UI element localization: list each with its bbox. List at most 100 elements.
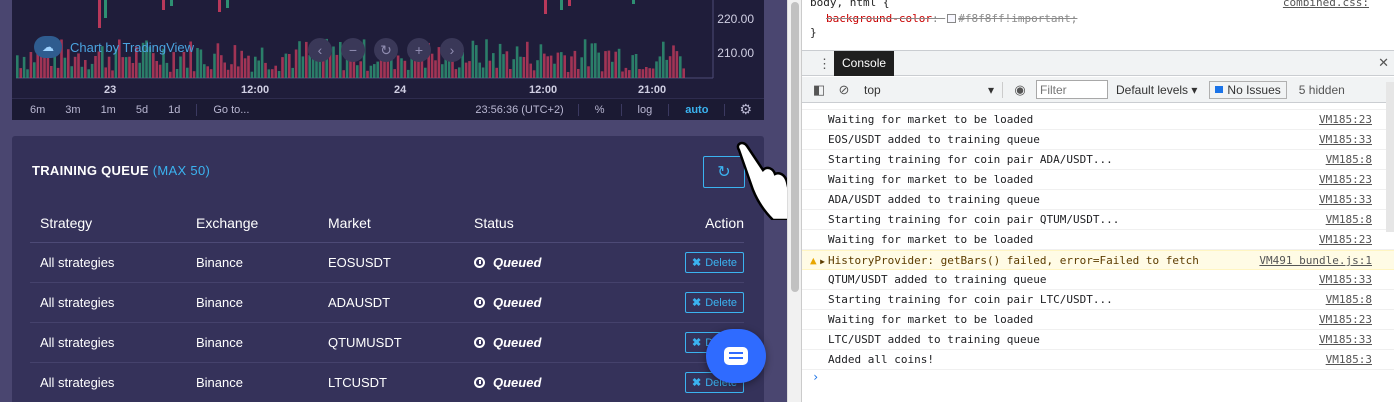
tab-console[interactable]: Console (834, 51, 895, 76)
more-options-icon[interactable]: ⋮ (818, 56, 831, 72)
console-source-link[interactable]: VM185:8 (1326, 290, 1372, 309)
time-axis-label: 24 (394, 84, 407, 96)
gear-icon[interactable]: ⚙ (731, 101, 764, 118)
console-prompt-row[interactable]: › (802, 370, 1394, 390)
exchange-cell: Binance (186, 282, 318, 323)
zoom-in-button[interactable]: + (407, 38, 431, 62)
log-levels-dropdown[interactable]: Default levels ▾ (1116, 83, 1197, 97)
devtools-scrollbar[interactable] (1386, 82, 1394, 232)
console-message: Starting training for coin pair ADA/USDT… (802, 150, 1394, 170)
css-property[interactable]: background-color: #f8f8ff!important; (826, 12, 1077, 25)
console-source-link[interactable]: VM185:8 (1326, 210, 1372, 229)
clear-console-icon[interactable]: ⊘ (836, 82, 852, 98)
candle (544, 0, 547, 14)
candle (98, 0, 101, 28)
volume-bar (84, 60, 87, 78)
scroll-right-button[interactable]: › (440, 38, 464, 62)
percent-scale-button[interactable]: % (585, 104, 615, 116)
console-source-link[interactable]: VM185:23 (1319, 310, 1372, 329)
volume-bar (169, 71, 172, 78)
delete-button[interactable]: ✖Delete (684, 291, 744, 313)
log-levels-label: Default levels (1116, 82, 1189, 97)
volume-bar (563, 55, 566, 78)
volume-bar (648, 68, 651, 78)
volume-bar (366, 70, 369, 78)
action-cell: ✖Delete (644, 242, 744, 283)
strategy-cell: All strategies (30, 322, 186, 363)
context-selector[interactable]: top ▾ (864, 83, 994, 97)
close-icon[interactable]: ✕ (1378, 55, 1389, 71)
warning-icon: ▲ (810, 254, 817, 267)
css-source-link[interactable]: combined.css: (1283, 0, 1369, 9)
console-source-link[interactable]: VM185:23 (1319, 230, 1372, 249)
scrollbar-thumb[interactable] (791, 2, 799, 292)
console-message-text: Waiting for market to be loaded (828, 233, 1034, 246)
volume-bar (617, 48, 621, 78)
console-message: Starting training for coin pair QTUM/USD… (802, 210, 1394, 230)
scroll-left-button[interactable]: ‹ (308, 38, 332, 62)
strategy-cell: All strategies (30, 242, 186, 283)
tradingview-badge[interactable]: ☁ Chart by TradingView (34, 36, 194, 58)
filter-input[interactable] (1036, 80, 1108, 99)
time-axis-label: 12:00 (241, 84, 270, 96)
drawer-tab-bar: ⋮ Console ✕ (802, 50, 1394, 76)
status-text: Queued (493, 374, 542, 390)
chat-icon (724, 347, 748, 365)
range-5d-button[interactable]: 5d (126, 104, 158, 116)
range-1d-button[interactable]: 1d (158, 104, 190, 116)
issues-button[interactable]: No Issues (1209, 80, 1287, 99)
price-axis-label: 210.00 (717, 46, 754, 60)
volume-bar (186, 67, 189, 78)
reset-chart-button[interactable]: ↻ (374, 38, 398, 62)
color-swatch[interactable] (947, 14, 957, 23)
issues-flag-icon (1215, 86, 1224, 93)
volume-bar (522, 57, 526, 78)
status-text: Queued (493, 294, 542, 310)
toolbar-divider (620, 103, 622, 116)
delete-button[interactable]: ✖Delete (684, 251, 744, 273)
css-selector[interactable]: body, html { (810, 0, 889, 9)
price-chart[interactable]: 220.00 210.00 23 12:00 24 12:00 21:00 ☁ … (12, 0, 764, 120)
console-source-link[interactable]: VM185:33 (1319, 190, 1372, 209)
console-source-link[interactable]: VM185:33 (1319, 270, 1372, 289)
range-1m-button[interactable]: 1m (91, 104, 126, 116)
volume-bar (179, 56, 182, 78)
range-3m-button[interactable]: 3m (55, 104, 90, 116)
zoom-out-button[interactable]: − (341, 38, 365, 62)
goto-date-button[interactable]: Go to... (203, 104, 259, 116)
delete-label: Delete (705, 296, 737, 309)
chart-clock[interactable]: 23:56:36 (UTC+2) (475, 104, 571, 116)
sidebar-toggle-icon[interactable]: ◧ (811, 82, 827, 98)
volume-bar (138, 62, 141, 78)
console-warning[interactable]: ▲ ▶ HistoryProvider: getBars() failed, err… (802, 250, 1394, 270)
console-message: Waiting for market to be loaded VM185:23 (802, 110, 1394, 130)
volume-bar (526, 41, 529, 78)
console-source-link[interactable]: VM185:8 (1326, 150, 1372, 169)
range-6m-button[interactable]: 6m (12, 104, 55, 116)
eye-icon[interactable]: ◉ (1012, 82, 1028, 98)
volume-bar (342, 70, 345, 78)
volume-bar (131, 63, 135, 78)
console-source-link[interactable]: VM185:33 (1319, 130, 1372, 149)
console-source-link[interactable]: VM185:23 (1319, 170, 1372, 189)
app-area: 220.00 210.00 23 12:00 24 12:00 21:00 ☁ … (0, 0, 787, 402)
toolbar-divider (1002, 81, 1003, 98)
console-message-text: EOS/USDT added to training queue (828, 133, 1040, 146)
console-source-link[interactable]: VM185:23 (1319, 110, 1372, 129)
volume-bar (532, 70, 536, 78)
clock-icon (474, 256, 485, 268)
console-message-text: Starting training for coin pair ADA/USDT… (828, 153, 1113, 166)
page-scrollbar[interactable] (787, 0, 801, 402)
console-message-text: Starting training for coin pair QTUM/USD… (828, 213, 1120, 226)
console-source-link[interactable]: VM491 bundle.js:1 (1259, 251, 1372, 270)
console-source-link[interactable]: VM185:33 (1319, 330, 1372, 349)
volume-bar (22, 56, 26, 78)
console-source-link[interactable]: VM185:3 (1326, 350, 1372, 369)
volume-bar (274, 65, 277, 78)
volume-bar (33, 62, 36, 78)
console-prompt[interactable]: › (812, 370, 819, 384)
chat-widget-button[interactable] (706, 329, 766, 383)
log-scale-button[interactable]: log (628, 104, 663, 116)
console-log: Waiting for market to be loaded VM185:23 … (802, 104, 1394, 402)
auto-scale-button[interactable]: auto (675, 104, 718, 116)
